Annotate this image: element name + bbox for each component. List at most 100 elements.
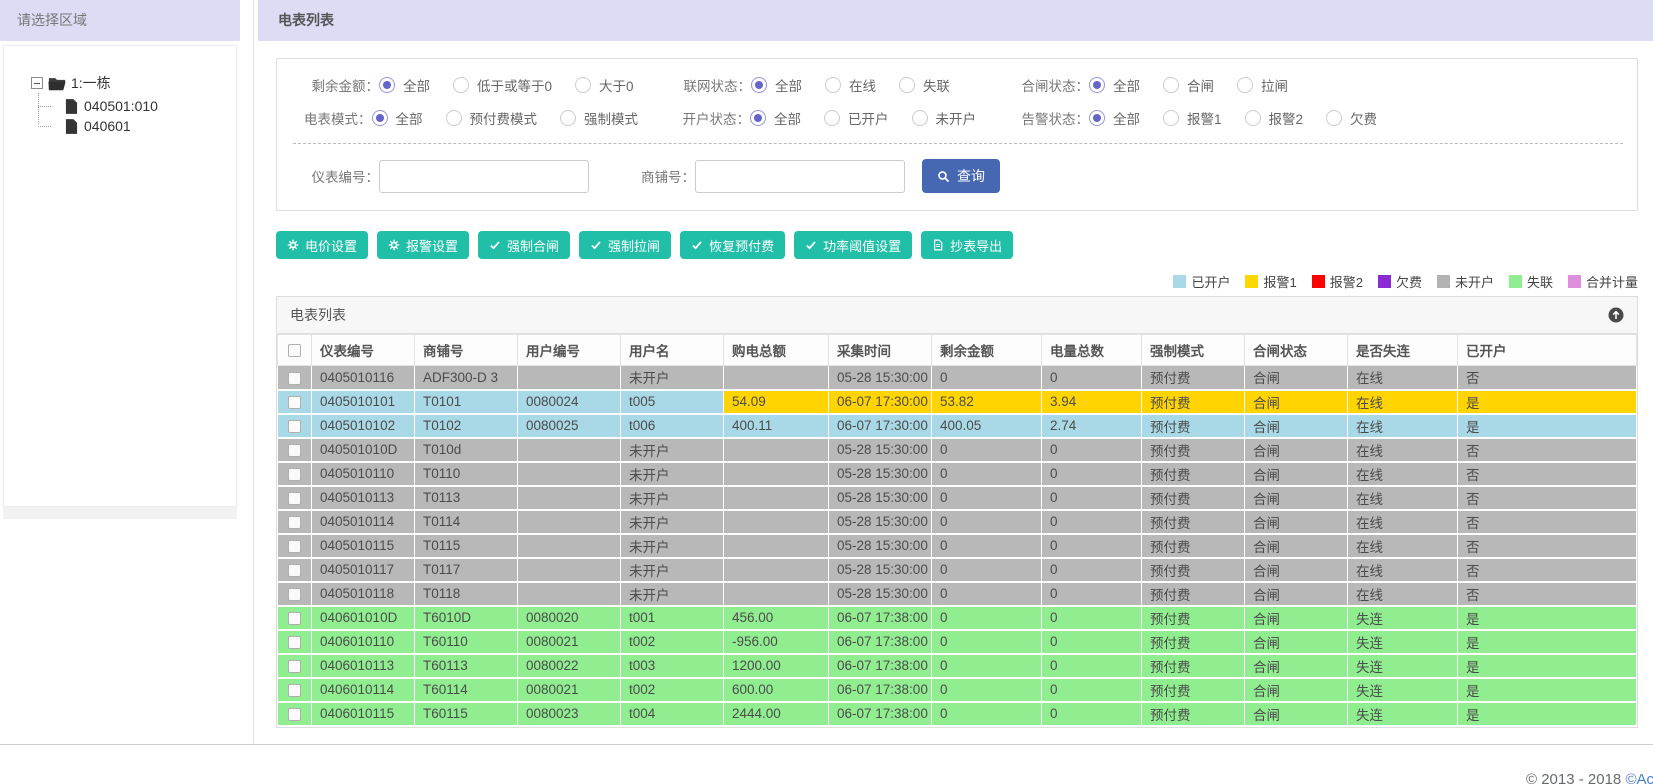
radio-option[interactable]: 全部 <box>379 75 430 95</box>
radio-selected-icon[interactable] <box>750 110 766 126</box>
radio-unselected-icon[interactable] <box>445 110 462 126</box>
select-all-checkbox[interactable] <box>288 344 301 358</box>
page-title: 电表列表 <box>258 0 1653 41</box>
radio-option[interactable]: 大于0 <box>575 75 634 95</box>
toolbar-button-label: 电价设置 <box>305 238 358 254</box>
row-checkbox[interactable] <box>287 395 301 409</box>
row-checkbox[interactable] <box>287 371 301 385</box>
radio-option[interactable]: 全部 <box>751 75 802 95</box>
table-cell: 否 <box>1457 509 1637 535</box>
radio-unselected-icon[interactable] <box>824 110 840 126</box>
table-row[interactable]: 0405010113 T0113 未开户 05-28 15:30:00 0 0 预付费 合闸在… <box>277 485 1637 511</box>
tree-node[interactable]: 040501:010 <box>38 96 236 116</box>
radio-unselected-icon[interactable] <box>575 77 592 93</box>
table-row[interactable]: 0405010102 T0102 0080025 t006 400.11 06-07 17… <box>277 413 1637 439</box>
radio-option[interactable]: 拉闸 <box>1237 75 1288 95</box>
radio-unselected-icon[interactable] <box>1326 110 1343 126</box>
toolbar-button[interactable]: 功率阈值设置 <box>794 231 913 259</box>
row-checkbox[interactable] <box>287 659 301 673</box>
row-checkbox[interactable] <box>287 467 301 481</box>
radio-option[interactable]: 未开户 <box>911 108 976 128</box>
shop-no-input[interactable] <box>695 159 905 193</box>
row-checkbox[interactable] <box>287 707 301 721</box>
table-cell: 合闸 <box>1244 389 1348 415</box>
radio-option[interactable]: 全部 <box>750 108 801 128</box>
table-row[interactable]: 0405010101 T0101 0080024 t005 54.09 06-07 17:… <box>277 389 1637 415</box>
table-row[interactable]: 0405010114 T0114 未开户 05-28 15:30:00 0 0 预付费 合闸在… <box>277 509 1637 535</box>
row-checkbox[interactable] <box>287 587 301 601</box>
row-checkbox[interactable] <box>287 563 301 577</box>
row-checkbox[interactable] <box>287 683 301 697</box>
row-checkbox[interactable] <box>287 611 301 625</box>
row-checkbox[interactable] <box>287 515 301 529</box>
radio-unselected-icon[interactable] <box>1163 110 1179 126</box>
table-cell: 0405010102 <box>311 413 415 439</box>
radio-option[interactable]: 预付费模式 <box>445 108 537 128</box>
radio-selected-icon[interactable] <box>1089 77 1105 93</box>
radio-option[interactable]: 合闸 <box>1163 75 1214 95</box>
table-row[interactable]: 0406010114 T60114 0080021 t002 600.00 06-07 1… <box>277 677 1637 703</box>
radio-selected-icon[interactable] <box>751 77 767 93</box>
search-button[interactable]: 查询 <box>922 159 1000 193</box>
tree-collapse-icon[interactable] <box>31 77 43 89</box>
tree-node[interactable]: 040601 <box>38 116 236 136</box>
radio-option-label: 全部 <box>403 79 430 94</box>
filter-group-label: 合闸状态： <box>1021 79 1090 94</box>
legend-swatch <box>1567 275 1581 288</box>
meter-no-input[interactable] <box>379 159 589 193</box>
collapse-panel-button[interactable] <box>1608 307 1624 323</box>
toolbar-button[interactable]: 报警设置 <box>377 231 470 259</box>
table-row[interactable]: 040501010D T010d 未开户 05-28 15:30:00 0 0 预付费 合闸在… <box>277 437 1637 463</box>
radio-unselected-icon[interactable] <box>560 110 576 126</box>
table-cell: 合闸 <box>1244 677 1348 703</box>
tree-root-node[interactable]: 1:一栋 <box>31 73 236 93</box>
radio-option[interactable]: 在线 <box>825 75 876 95</box>
row-checkbox[interactable] <box>287 539 301 553</box>
radio-option[interactable]: 全部 <box>1089 108 1140 128</box>
table-row[interactable]: 040601010D T6010D 0080020 t001 456.00 06-07 1… <box>277 605 1637 631</box>
radio-option[interactable]: 报警2 <box>1244 108 1303 128</box>
radio-option[interactable]: 欠费 <box>1326 108 1377 128</box>
toolbar-button[interactable]: 强制合闸 <box>478 231 571 259</box>
toolbar-button[interactable]: 强制拉闸 <box>579 231 672 259</box>
table-cell <box>517 533 621 559</box>
copyright-brand-link[interactable]: ©Acr <box>1625 771 1653 784</box>
table-row[interactable]: 0406010115 T60115 0080023 t004 2444.00 06-07 … <box>277 701 1637 727</box>
radio-selected-icon[interactable] <box>1089 110 1105 126</box>
table-row[interactable]: 0405010115 T0115 未开户 05-28 15:30:00 0 0 预付费 合闸在… <box>277 533 1637 559</box>
radio-unselected-icon[interactable] <box>1163 77 1179 93</box>
radio-unselected-icon[interactable] <box>1237 77 1253 93</box>
radio-option[interactable]: 低于或等于0 <box>453 75 552 95</box>
table-cell: 0 <box>931 509 1042 535</box>
radio-option[interactable]: 全部 <box>371 108 423 128</box>
toolbar-button[interactable]: 电价设置 <box>276 231 369 259</box>
radio-unselected-icon[interactable] <box>825 77 841 93</box>
toolbar-button[interactable]: 抄表导出 <box>921 231 1014 259</box>
radio-unselected-icon[interactable] <box>899 77 915 93</box>
radio-selected-icon[interactable] <box>371 110 388 126</box>
radio-option-label: 全部 <box>395 112 423 127</box>
radio-option[interactable]: 报警1 <box>1163 108 1222 128</box>
file-icon <box>65 118 78 134</box>
table-row[interactable]: 0405010116 ADF300-D 3 未开户 05-28 15:30:00 0 0 预… <box>277 365 1637 391</box>
toolbar-button[interactable]: 恢复预付费 <box>680 231 786 259</box>
table-row[interactable]: 0405010118 T0118 未开户 05-28 15:30:00 0 0 预付费 合闸在… <box>277 581 1637 607</box>
radio-selected-icon[interactable] <box>379 77 395 93</box>
radio-option[interactable]: 全部 <box>1089 75 1140 95</box>
column-header: 强制模式 <box>1141 334 1245 366</box>
table-row[interactable]: 0406010113 T60113 0080022 t003 1200.00 06-07 … <box>277 653 1637 679</box>
row-checkbox[interactable] <box>287 635 301 649</box>
radio-option[interactable]: 已开户 <box>824 108 889 128</box>
radio-unselected-icon[interactable] <box>453 77 469 93</box>
radio-option[interactable]: 失联 <box>899 75 950 95</box>
row-checkbox[interactable] <box>287 443 301 457</box>
row-checkbox[interactable] <box>287 491 301 505</box>
check-icon <box>692 241 702 250</box>
table-row[interactable]: 0405010117 T0117 未开户 05-28 15:30:00 0 0 预付费 合闸在… <box>277 557 1637 583</box>
row-checkbox[interactable] <box>287 419 301 433</box>
table-row[interactable]: 0405010110 T0110 未开户 05-28 15:30:00 0 0 预付费 合闸在… <box>277 461 1637 487</box>
radio-option[interactable]: 强制模式 <box>560 108 638 128</box>
radio-unselected-icon[interactable] <box>1244 110 1261 126</box>
radio-unselected-icon[interactable] <box>911 110 928 126</box>
table-row[interactable]: 0406010110 T60110 0080021 t002 -956.00 06-07 … <box>277 629 1637 655</box>
